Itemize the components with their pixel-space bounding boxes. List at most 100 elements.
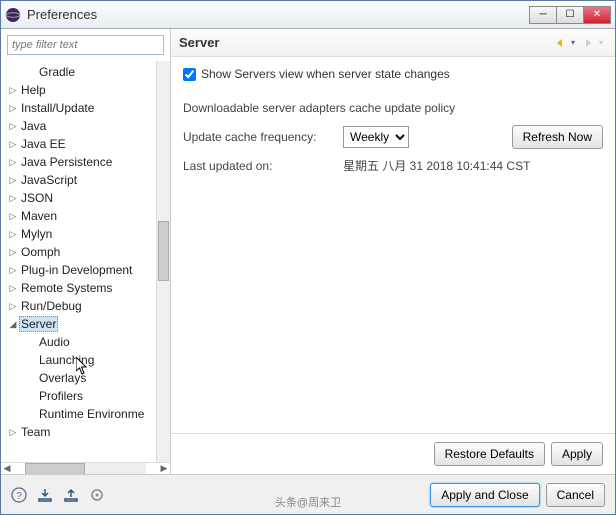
scroll-thumb[interactable] [25, 463, 85, 475]
tree-item-install-update[interactable]: ▷Install/Update [1, 99, 170, 117]
tree-item-label: Mylyn [19, 227, 54, 241]
show-servers-label: Show Servers view when server state chan… [201, 67, 450, 81]
main-panel: Server ▾ ▾ Show Servers view when server… [171, 29, 615, 474]
tree-item-gradle[interactable]: Gradle [1, 63, 170, 81]
tree-item-label: Java [19, 119, 48, 133]
frequency-row: Update cache frequency: Weekly Refresh N… [183, 125, 603, 149]
preference-tree[interactable]: Gradle▷Help▷Install/Update▷Java▷Java EE▷… [1, 61, 170, 462]
bottom-right-buttons: Apply and Close Cancel [430, 483, 605, 507]
main-footer: Restore Defaults Apply [171, 433, 615, 474]
twisty-icon[interactable]: ▷ [7, 103, 19, 114]
filter-input[interactable] [7, 35, 164, 55]
tree-item-maven[interactable]: ▷Maven [1, 207, 170, 225]
apply-button[interactable]: Apply [551, 442, 603, 466]
tree-item-remote-systems[interactable]: ▷Remote Systems [1, 279, 170, 297]
titlebar: Preferences ─ ☐ ✕ [1, 1, 615, 29]
forward-arrow-icon[interactable] [581, 36, 595, 50]
twisty-icon[interactable]: ▷ [7, 427, 19, 438]
scroll-right-icon[interactable]: ▶ [158, 463, 170, 474]
tree-scroll-thumb[interactable] [158, 221, 169, 281]
twisty-icon[interactable]: ▷ [7, 139, 19, 150]
tree-item-label: Profilers [37, 389, 85, 403]
tree-item-overlays[interactable]: Overlays [1, 369, 170, 387]
twisty-icon[interactable]: ▷ [7, 283, 19, 294]
tree-item-label: Maven [19, 209, 59, 223]
last-updated-label: Last updated on: [183, 159, 343, 173]
maximize-button[interactable]: ☐ [556, 6, 584, 24]
watermark: 头条@周来卫 [275, 494, 341, 510]
import-icon[interactable] [37, 487, 53, 503]
tree-item-label: Plug-in Development [19, 263, 134, 277]
back-arrow-icon[interactable] [553, 36, 567, 50]
tree-item-oomph[interactable]: ▷Oomph [1, 243, 170, 261]
twisty-icon[interactable]: ▷ [7, 193, 19, 204]
twisty-icon[interactable]: ▷ [7, 175, 19, 186]
tree-item-label: Gradle [37, 65, 77, 79]
preferences-window: Preferences ─ ☐ ✕ Gradle▷Help▷Install/Up… [0, 0, 616, 515]
twisty-icon[interactable]: ▷ [7, 265, 19, 276]
help-icon[interactable]: ? [11, 487, 27, 503]
tree-item-runtime-environme[interactable]: Runtime Environme [1, 405, 170, 423]
frequency-label: Update cache frequency: [183, 130, 343, 144]
twisty-icon[interactable]: ▷ [7, 121, 19, 132]
tree-item-label: Server [19, 316, 58, 332]
show-servers-row: Show Servers view when server state chan… [183, 67, 603, 81]
tree-item-label: Run/Debug [19, 299, 84, 313]
bottom-bar: ? Apply and Close Cancel 头条@周来卫 [1, 474, 615, 514]
tree-item-label: JSON [19, 191, 55, 205]
twisty-icon[interactable]: ▷ [7, 211, 19, 222]
content-area: Gradle▷Help▷Install/Update▷Java▷Java EE▷… [1, 29, 615, 474]
twisty-icon[interactable]: ◢ [7, 319, 19, 330]
tree-scrollbar[interactable] [156, 61, 170, 462]
forward-dropdown-icon[interactable]: ▾ [599, 38, 603, 47]
tree-item-team[interactable]: ▷Team [1, 423, 170, 441]
tree-item-java-ee[interactable]: ▷Java EE [1, 135, 170, 153]
export-icon[interactable] [63, 487, 79, 503]
tree-item-run-debug[interactable]: ▷Run/Debug [1, 297, 170, 315]
tree-item-label: Help [19, 83, 48, 97]
tree-item-java[interactable]: ▷Java [1, 117, 170, 135]
twisty-icon[interactable]: ▷ [7, 85, 19, 96]
tree-item-server[interactable]: ◢Server [1, 315, 170, 333]
main-header: Server ▾ ▾ [171, 29, 615, 57]
tree-item-label: JavaScript [19, 173, 79, 187]
oomph-icon[interactable] [89, 487, 105, 503]
minimize-button[interactable]: ─ [529, 6, 557, 24]
cancel-button[interactable]: Cancel [546, 483, 605, 507]
restore-defaults-button[interactable]: Restore Defaults [434, 442, 545, 466]
eclipse-icon [5, 7, 21, 23]
bottom-left-icons: ? [11, 487, 105, 503]
apply-and-close-button[interactable]: Apply and Close [430, 483, 539, 507]
back-dropdown-icon[interactable]: ▾ [571, 38, 575, 47]
tree-item-launching[interactable]: Launching [1, 351, 170, 369]
refresh-now-button[interactable]: Refresh Now [512, 125, 603, 149]
close-button[interactable]: ✕ [583, 6, 611, 24]
tree-item-label: Runtime Environme [37, 407, 146, 421]
tree-item-label: Java Persistence [19, 155, 114, 169]
tree-item-profilers[interactable]: Profilers [1, 387, 170, 405]
last-updated-value: 星期五 八月 31 2018 10:41:44 CST [343, 157, 530, 174]
twisty-icon[interactable]: ▷ [7, 157, 19, 168]
tree-item-java-persistence[interactable]: ▷Java Persistence [1, 153, 170, 171]
tree-item-label: Java EE [19, 137, 68, 151]
tree-item-label: Install/Update [19, 101, 96, 115]
twisty-icon[interactable]: ▷ [7, 247, 19, 258]
tree-item-help[interactable]: ▷Help [1, 81, 170, 99]
main-body: Show Servers view when server state chan… [171, 57, 615, 433]
window-controls: ─ ☐ ✕ [530, 6, 611, 24]
twisty-icon[interactable]: ▷ [7, 229, 19, 240]
scroll-track[interactable] [25, 463, 146, 475]
tree-item-plug-in-development[interactable]: ▷Plug-in Development [1, 261, 170, 279]
twisty-icon[interactable]: ▷ [7, 301, 19, 312]
tree-item-mylyn[interactable]: ▷Mylyn [1, 225, 170, 243]
tree-item-label: Overlays [37, 371, 88, 385]
scroll-left-icon[interactable]: ◀ [1, 463, 13, 474]
frequency-select[interactable]: Weekly [343, 126, 409, 148]
last-updated-row: Last updated on: 星期五 八月 31 2018 10:41:44… [183, 157, 603, 174]
filter-container [7, 35, 164, 55]
horizontal-scrollbar[interactable]: ◀ ▶ [1, 462, 170, 474]
tree-item-audio[interactable]: Audio [1, 333, 170, 351]
tree-item-json[interactable]: ▷JSON [1, 189, 170, 207]
tree-item-javascript[interactable]: ▷JavaScript [1, 171, 170, 189]
show-servers-checkbox[interactable] [183, 68, 196, 81]
